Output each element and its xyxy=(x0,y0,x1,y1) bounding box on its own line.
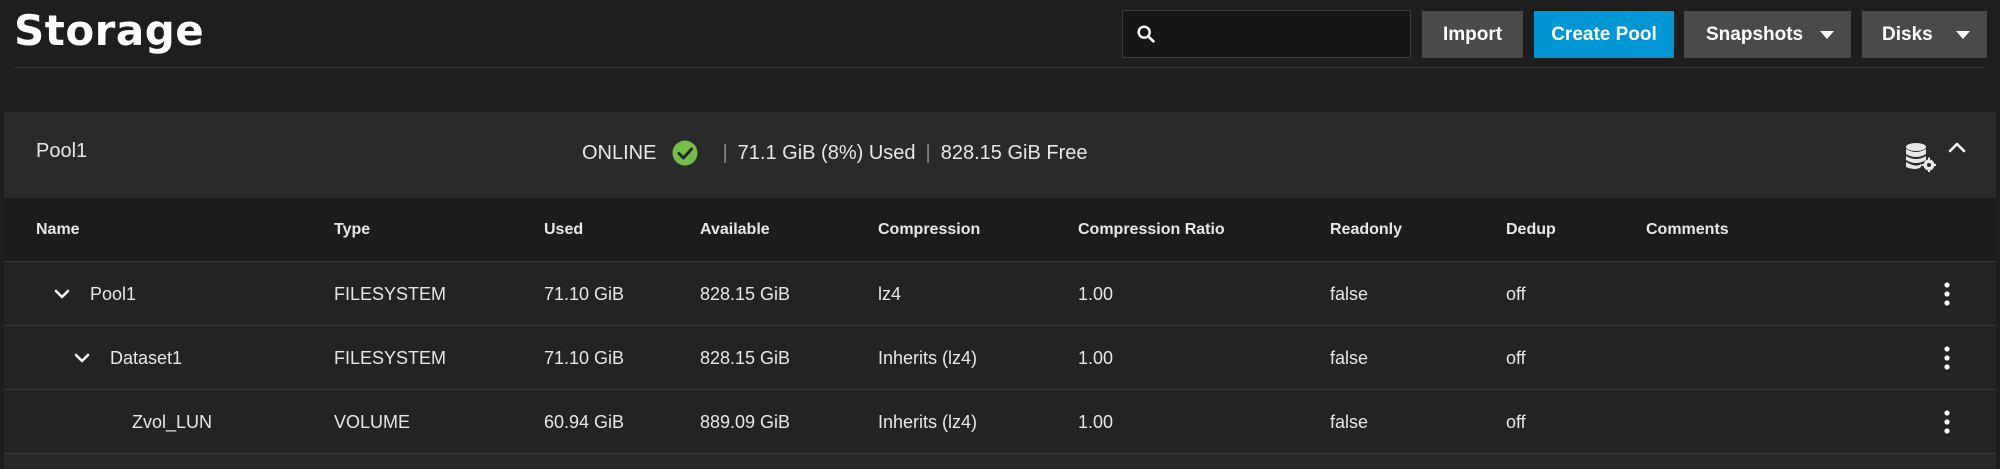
database-gear-icon[interactable] xyxy=(1904,140,1936,172)
row-type: VOLUME xyxy=(334,412,411,432)
status-separator: | xyxy=(925,141,931,164)
create-pool-button[interactable]: Create Pool xyxy=(1534,11,1674,58)
status-separator: | xyxy=(722,141,728,164)
disks-button-label: Disks xyxy=(1882,23,1933,45)
row-compression: lz4 xyxy=(878,284,902,304)
column-header-compression-ratio[interactable]: Compression Ratio xyxy=(1078,198,1225,262)
check-circle-icon xyxy=(672,140,698,166)
row-name: Pool1 xyxy=(90,284,137,304)
pool-card-header: Pool1 ONLINE | 71.1 GiB (8%) Used | 828.… xyxy=(4,112,1996,198)
row-used: 71.10 GiB xyxy=(544,348,625,368)
page-header: Storage Import Create Pool Snapshots Dis… xyxy=(0,0,2000,70)
snapshots-button[interactable]: Snapshots xyxy=(1684,11,1851,58)
more-vertical-icon[interactable] xyxy=(1940,406,1954,438)
row-available: 889.09 GiB xyxy=(700,412,791,432)
chevron-down-icon[interactable] xyxy=(52,284,72,304)
search-box[interactable] xyxy=(1122,10,1411,58)
row-readonly: false xyxy=(1330,284,1369,304)
pool-state: ONLINE xyxy=(582,141,657,164)
chevron-down-icon[interactable] xyxy=(72,348,92,368)
pool-name: Pool1 xyxy=(36,140,88,162)
table-header: Name Type Used Available Compression Com… xyxy=(4,198,1996,262)
row-compression-ratio: 1.00 xyxy=(1078,412,1114,432)
row-available: 828.15 GiB xyxy=(700,284,791,304)
row-type: FILESYSTEM xyxy=(334,348,447,368)
column-header-comments[interactable]: Comments xyxy=(1646,198,1729,262)
row-compression: Inherits (lz4) xyxy=(878,412,978,432)
column-header-readonly[interactable]: Readonly xyxy=(1330,198,1402,262)
row-compression-ratio: 1.00 xyxy=(1078,348,1114,368)
disks-button[interactable]: Disks xyxy=(1862,11,1987,58)
column-header-type[interactable]: Type xyxy=(334,198,370,262)
pool-card: Pool1 ONLINE | 71.1 GiB (8%) Used | 828.… xyxy=(4,112,1996,469)
row-readonly: false xyxy=(1330,412,1369,432)
row-dedup: off xyxy=(1506,348,1526,368)
dataset-table: Name Type Used Available Compression Com… xyxy=(4,198,1996,454)
page-title: Storage xyxy=(14,6,205,55)
table-row[interactable]: Zvol_LUN VOLUME 60.94 GiB 889.09 GiB Inh… xyxy=(4,390,1996,454)
row-available: 828.15 GiB xyxy=(700,348,791,368)
pool-used: 71.1 GiB (8%) Used xyxy=(737,141,916,164)
table-row[interactable]: Dataset1 FILESYSTEM 71.10 GiB 828.15 GiB… xyxy=(4,326,1996,390)
row-used: 60.94 GiB xyxy=(544,412,625,432)
row-name: Zvol_LUN xyxy=(132,412,213,432)
row-used: 71.10 GiB xyxy=(544,284,625,304)
row-compression-ratio: 1.00 xyxy=(1078,284,1114,304)
table-row[interactable]: Pool1 FILESYSTEM 71.10 GiB 828.15 GiB lz… xyxy=(4,262,1996,326)
header-divider xyxy=(14,67,1984,68)
row-name: Dataset1 xyxy=(110,348,183,368)
search-input[interactable] xyxy=(1167,19,1403,49)
row-dedup: off xyxy=(1506,284,1526,304)
caret-down-icon xyxy=(1820,31,1834,39)
import-button-label: Import xyxy=(1442,23,1503,45)
column-header-used[interactable]: Used xyxy=(544,198,583,262)
chevron-up-icon[interactable] xyxy=(1946,136,1968,158)
row-dedup: off xyxy=(1506,412,1526,432)
row-type: FILESYSTEM xyxy=(334,284,447,304)
caret-down-icon xyxy=(1956,31,1970,39)
create-pool-button-label: Create Pool xyxy=(1551,23,1657,45)
more-vertical-icon[interactable] xyxy=(1940,342,1954,374)
column-header-dedup[interactable]: Dedup xyxy=(1506,198,1556,262)
snapshots-button-label: Snapshots xyxy=(1706,23,1804,45)
pool-status: ONLINE | 71.1 GiB (8%) Used | 828.15 GiB… xyxy=(582,140,1087,166)
search-icon xyxy=(1137,25,1155,43)
more-vertical-icon[interactable] xyxy=(1940,278,1954,310)
row-readonly: false xyxy=(1330,348,1369,368)
column-header-name[interactable]: Name xyxy=(36,198,80,262)
import-button[interactable]: Import xyxy=(1422,11,1523,58)
row-compression: Inherits (lz4) xyxy=(878,348,978,368)
pool-free: 828.15 GiB Free xyxy=(940,141,1088,164)
column-header-available[interactable]: Available xyxy=(700,198,770,262)
column-header-compression[interactable]: Compression xyxy=(878,198,980,262)
